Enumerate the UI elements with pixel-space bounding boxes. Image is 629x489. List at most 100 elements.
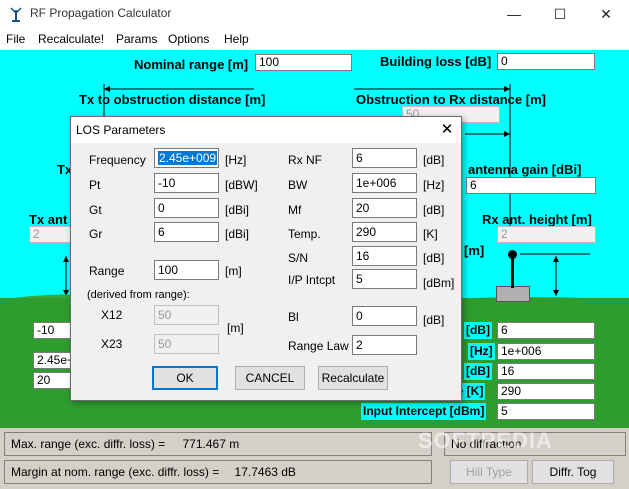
frequency-value-field[interactable]: 2.45e+ — [33, 352, 73, 369]
tx-antenna-height-label: Tx ant — [29, 212, 68, 227]
title-bar: RF Propagation Calculator — ☐ ✕ — [0, 0, 629, 28]
menu-bar: File Recalculate! Params Options Help — [0, 29, 629, 49]
input-intercept-label: Input Intercept [dBm] — [361, 403, 487, 420]
rx-antenna-gain-field[interactable]: 6 — [466, 177, 596, 194]
x23-input[interactable]: 50 — [154, 334, 219, 354]
tx-antenna-height-field[interactable]: 2 — [29, 226, 73, 243]
range-law-input[interactable]: 2 — [352, 335, 417, 355]
pt-input[interactable]: -10 — [154, 173, 219, 193]
max-range-label: Max. range (exc. diffr. loss) = — [11, 437, 166, 451]
margin-status: Margin at nom. range (exc. diffr. loss) … — [4, 460, 432, 484]
rx-antenna-icon — [508, 250, 517, 259]
frequency-label: Frequency — [89, 153, 146, 167]
nominal-range-label: Nominal range [m] — [134, 57, 249, 72]
rx-antenna-height-field[interactable]: 2 — [497, 226, 596, 243]
mf-unit: [dB] — [423, 203, 445, 217]
range-label: Range — [89, 264, 125, 278]
menu-options[interactable]: Options — [168, 32, 209, 46]
softpedia-watermark: SOFTPEDIA — [418, 428, 553, 453]
obstruction-rx-distance-label: Obstruction to Rx distance [m] — [356, 92, 546, 107]
close-icon: ✕ — [440, 121, 454, 138]
close-icon: ✕ — [600, 6, 612, 22]
bl-input[interactable]: 0 — [352, 306, 417, 326]
range-law-label: Range Law — [288, 339, 349, 353]
mf-input[interactable]: 20 — [352, 198, 417, 218]
sn-input[interactable]: 16 — [352, 246, 417, 266]
margin-value: 17.7463 dB — [234, 465, 296, 479]
frequency-selected-text: 2.45e+009 — [158, 151, 218, 165]
cancel-button[interactable]: CANCEL — [235, 366, 305, 390]
building-loss-field[interactable]: 0 — [497, 53, 595, 70]
gr-label: Gr — [89, 227, 103, 241]
rx-nf-input[interactable]: 6 — [352, 148, 417, 168]
pt-value-field[interactable]: -10 — [33, 322, 73, 339]
gr-input[interactable]: 6 — [154, 222, 219, 242]
bw-unit: [Hz] — [423, 178, 445, 192]
derived-from-range-label: (derived from range): — [87, 289, 190, 301]
pt-label: Pt — [89, 178, 101, 192]
minimize-button[interactable]: — — [491, 0, 537, 28]
x12-input[interactable]: 50 — [154, 305, 219, 325]
menu-params[interactable]: Params — [116, 32, 157, 46]
rx-nf-label: [dB] — [464, 322, 492, 339]
frequency-unit: [Hz] — [225, 153, 247, 167]
margin-label: Margin at nom. range (exc. diffr. loss) … — [11, 465, 220, 479]
close-button[interactable]: ✕ — [583, 0, 629, 28]
max-range-status: Max. range (exc. diffr. loss) = 771.467 … — [4, 432, 432, 456]
maximize-icon: ☐ — [553, 6, 567, 22]
dialog-close-button[interactable]: ✕ — [437, 120, 457, 138]
bw-field[interactable]: 1e+006 — [497, 343, 595, 360]
ip-intercept-input[interactable]: 5 — [352, 269, 417, 289]
x12-label: X12 — [101, 308, 123, 322]
sn-dialog-label: S/N — [288, 251, 309, 265]
temp-unit: [K] — [423, 227, 438, 241]
max-range-value: 771.467 m — [182, 437, 240, 451]
building-loss-label: Building loss [dB] — [380, 54, 492, 69]
gr-unit: [dBi] — [225, 227, 250, 241]
bw-label: [Hz] — [468, 343, 495, 360]
bw-dialog-label: BW — [288, 178, 308, 192]
diffr-tog-button[interactable]: Diffr. Tog — [532, 460, 614, 484]
ip-intercept-dialog-label: I/P Intcpt — [288, 273, 336, 287]
menu-file[interactable]: File — [6, 32, 25, 46]
sn-unit: [dB] — [423, 251, 445, 265]
obstruction-height-unit-label: [m] — [464, 243, 485, 258]
range-unit: [m] — [225, 264, 242, 278]
nominal-range-field[interactable]: 100 — [255, 54, 352, 71]
menu-recalculate[interactable]: Recalculate! — [38, 32, 104, 46]
rx-antenna-gain-label: antenna gain [dBi] — [468, 162, 582, 177]
antenna-icon — [10, 7, 22, 22]
bl-unit: [dB] — [423, 313, 445, 327]
x23-label: X23 — [101, 337, 123, 351]
gt-unit: [dBi] — [225, 203, 250, 217]
minimize-icon: — — [507, 6, 521, 22]
frequency-input[interactable]: 2.45e+009 — [154, 148, 219, 168]
rx-antenna-mast — [511, 256, 514, 288]
x-distance-unit: [m] — [227, 321, 244, 335]
bw-input[interactable]: 1e+006 — [352, 173, 417, 193]
gt-input[interactable]: 0 — [154, 198, 219, 218]
sn-field[interactable]: 16 — [497, 363, 595, 380]
window-title: RF Propagation Calculator — [30, 6, 172, 20]
hill-type-button[interactable]: Hill Type — [450, 460, 528, 484]
maximize-button[interactable]: ☐ — [537, 0, 583, 28]
input-intercept-field[interactable]: 5 — [497, 403, 595, 420]
ip-intercept-unit: [dBm] — [423, 276, 455, 290]
temperature-field[interactable]: 290 — [497, 383, 595, 400]
tx-obstruction-distance-label: Tx to obstruction distance [m] — [79, 92, 266, 107]
rx-antenna-height-label: Rx ant. height [m] — [482, 212, 592, 227]
rx-device — [496, 286, 530, 302]
range-input[interactable]: 100 — [154, 260, 219, 280]
rx-nf-field[interactable]: 6 — [497, 322, 595, 339]
los-parameters-dialog: LOS Parameters ✕ Frequency 2.45e+009 [Hz… — [70, 116, 462, 401]
menu-help[interactable]: Help — [224, 32, 249, 46]
gt-label: Gt — [89, 203, 102, 217]
ok-button[interactable]: OK — [152, 366, 218, 390]
temp-input[interactable]: 290 — [352, 222, 417, 242]
rx-nf-unit: [dB] — [423, 153, 445, 167]
mf-value-field[interactable]: 20 — [33, 372, 73, 389]
mf-dialog-label: Mf — [288, 203, 302, 217]
temp-dialog-label: Temp. — [288, 227, 321, 241]
dialog-title-bar: LOS Parameters ✕ — [71, 117, 461, 143]
recalculate-button[interactable]: Recalculate — [318, 366, 388, 390]
